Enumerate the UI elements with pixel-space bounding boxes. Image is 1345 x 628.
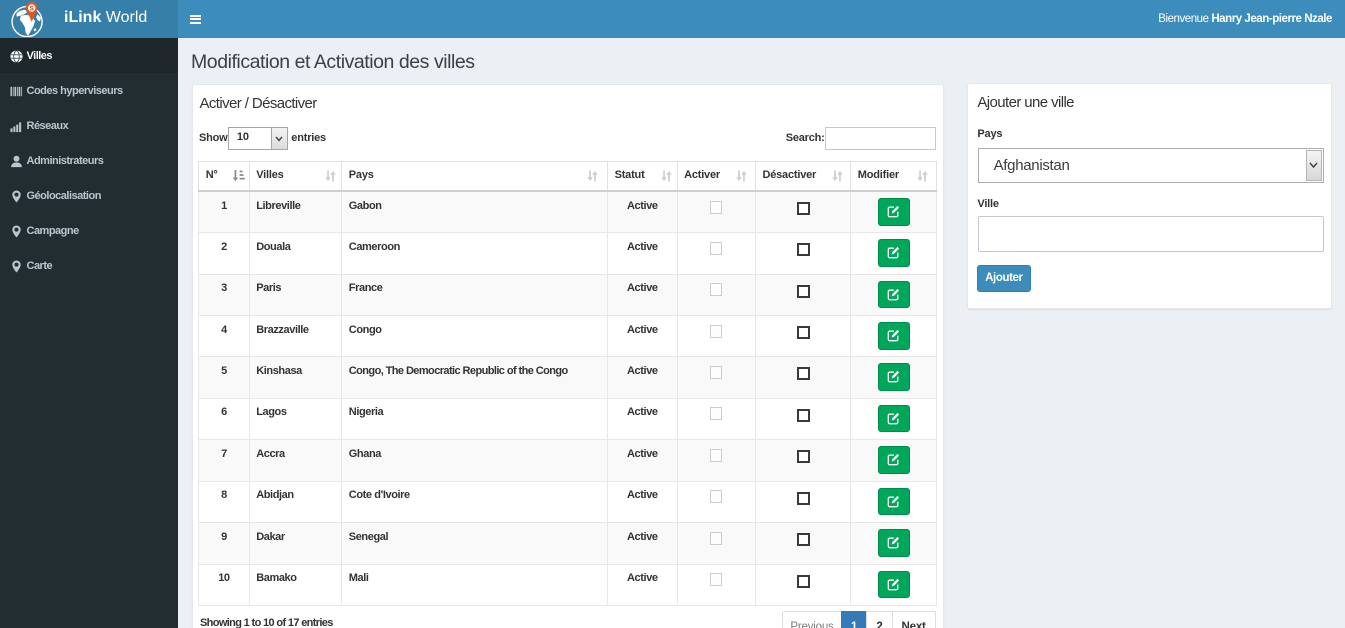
svg-text:S: S [30, 5, 35, 12]
